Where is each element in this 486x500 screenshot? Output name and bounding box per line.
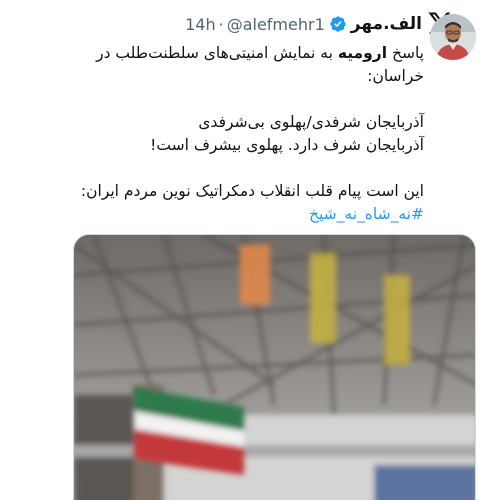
tweet-text: پاسخ ارومیه به نمایش امنیتی‌های سلطنت‌طل… (8, 42, 424, 226)
tweet-text-suffix: به نمایش امنیتی‌های سلطنت‌طلب در (96, 44, 338, 62)
tweet-header: الف.مهر @alefmehr1 · 14h (185, 12, 422, 36)
hashtag-link[interactable]: #نه_شاه_نه_شیخ (8, 203, 424, 226)
tweet-line-2: خراسان: (367, 67, 424, 85)
separator-dot: · (218, 14, 224, 34)
user-handle[interactable]: @alefmehr1 (227, 15, 325, 34)
tweet-text-prefix: پاسخ (387, 44, 424, 62)
tweet-line-1: پاسخ ارومیه به نمایش امنیتی‌های سلطنت‌طل… (8, 42, 424, 65)
avatar[interactable] (430, 14, 476, 60)
tweet-line-4: آذربایجان شرف دارد. پهلوی بیشرف است! (150, 136, 424, 154)
verified-badge-icon (330, 16, 346, 32)
tweet-line-5: این است پیام قلب انقلاب دمکراتیک نوین مر… (80, 182, 424, 200)
tweet-media-video[interactable] (73, 234, 476, 500)
display-name[interactable]: الف.مهر (351, 14, 422, 34)
tweet-text-bold: ارومیه (337, 44, 388, 62)
tweet-line-3: آذربایجان شرفدی/پهلوی بی‌شرفدی (198, 113, 424, 131)
timestamp[interactable]: 14h (185, 15, 216, 34)
